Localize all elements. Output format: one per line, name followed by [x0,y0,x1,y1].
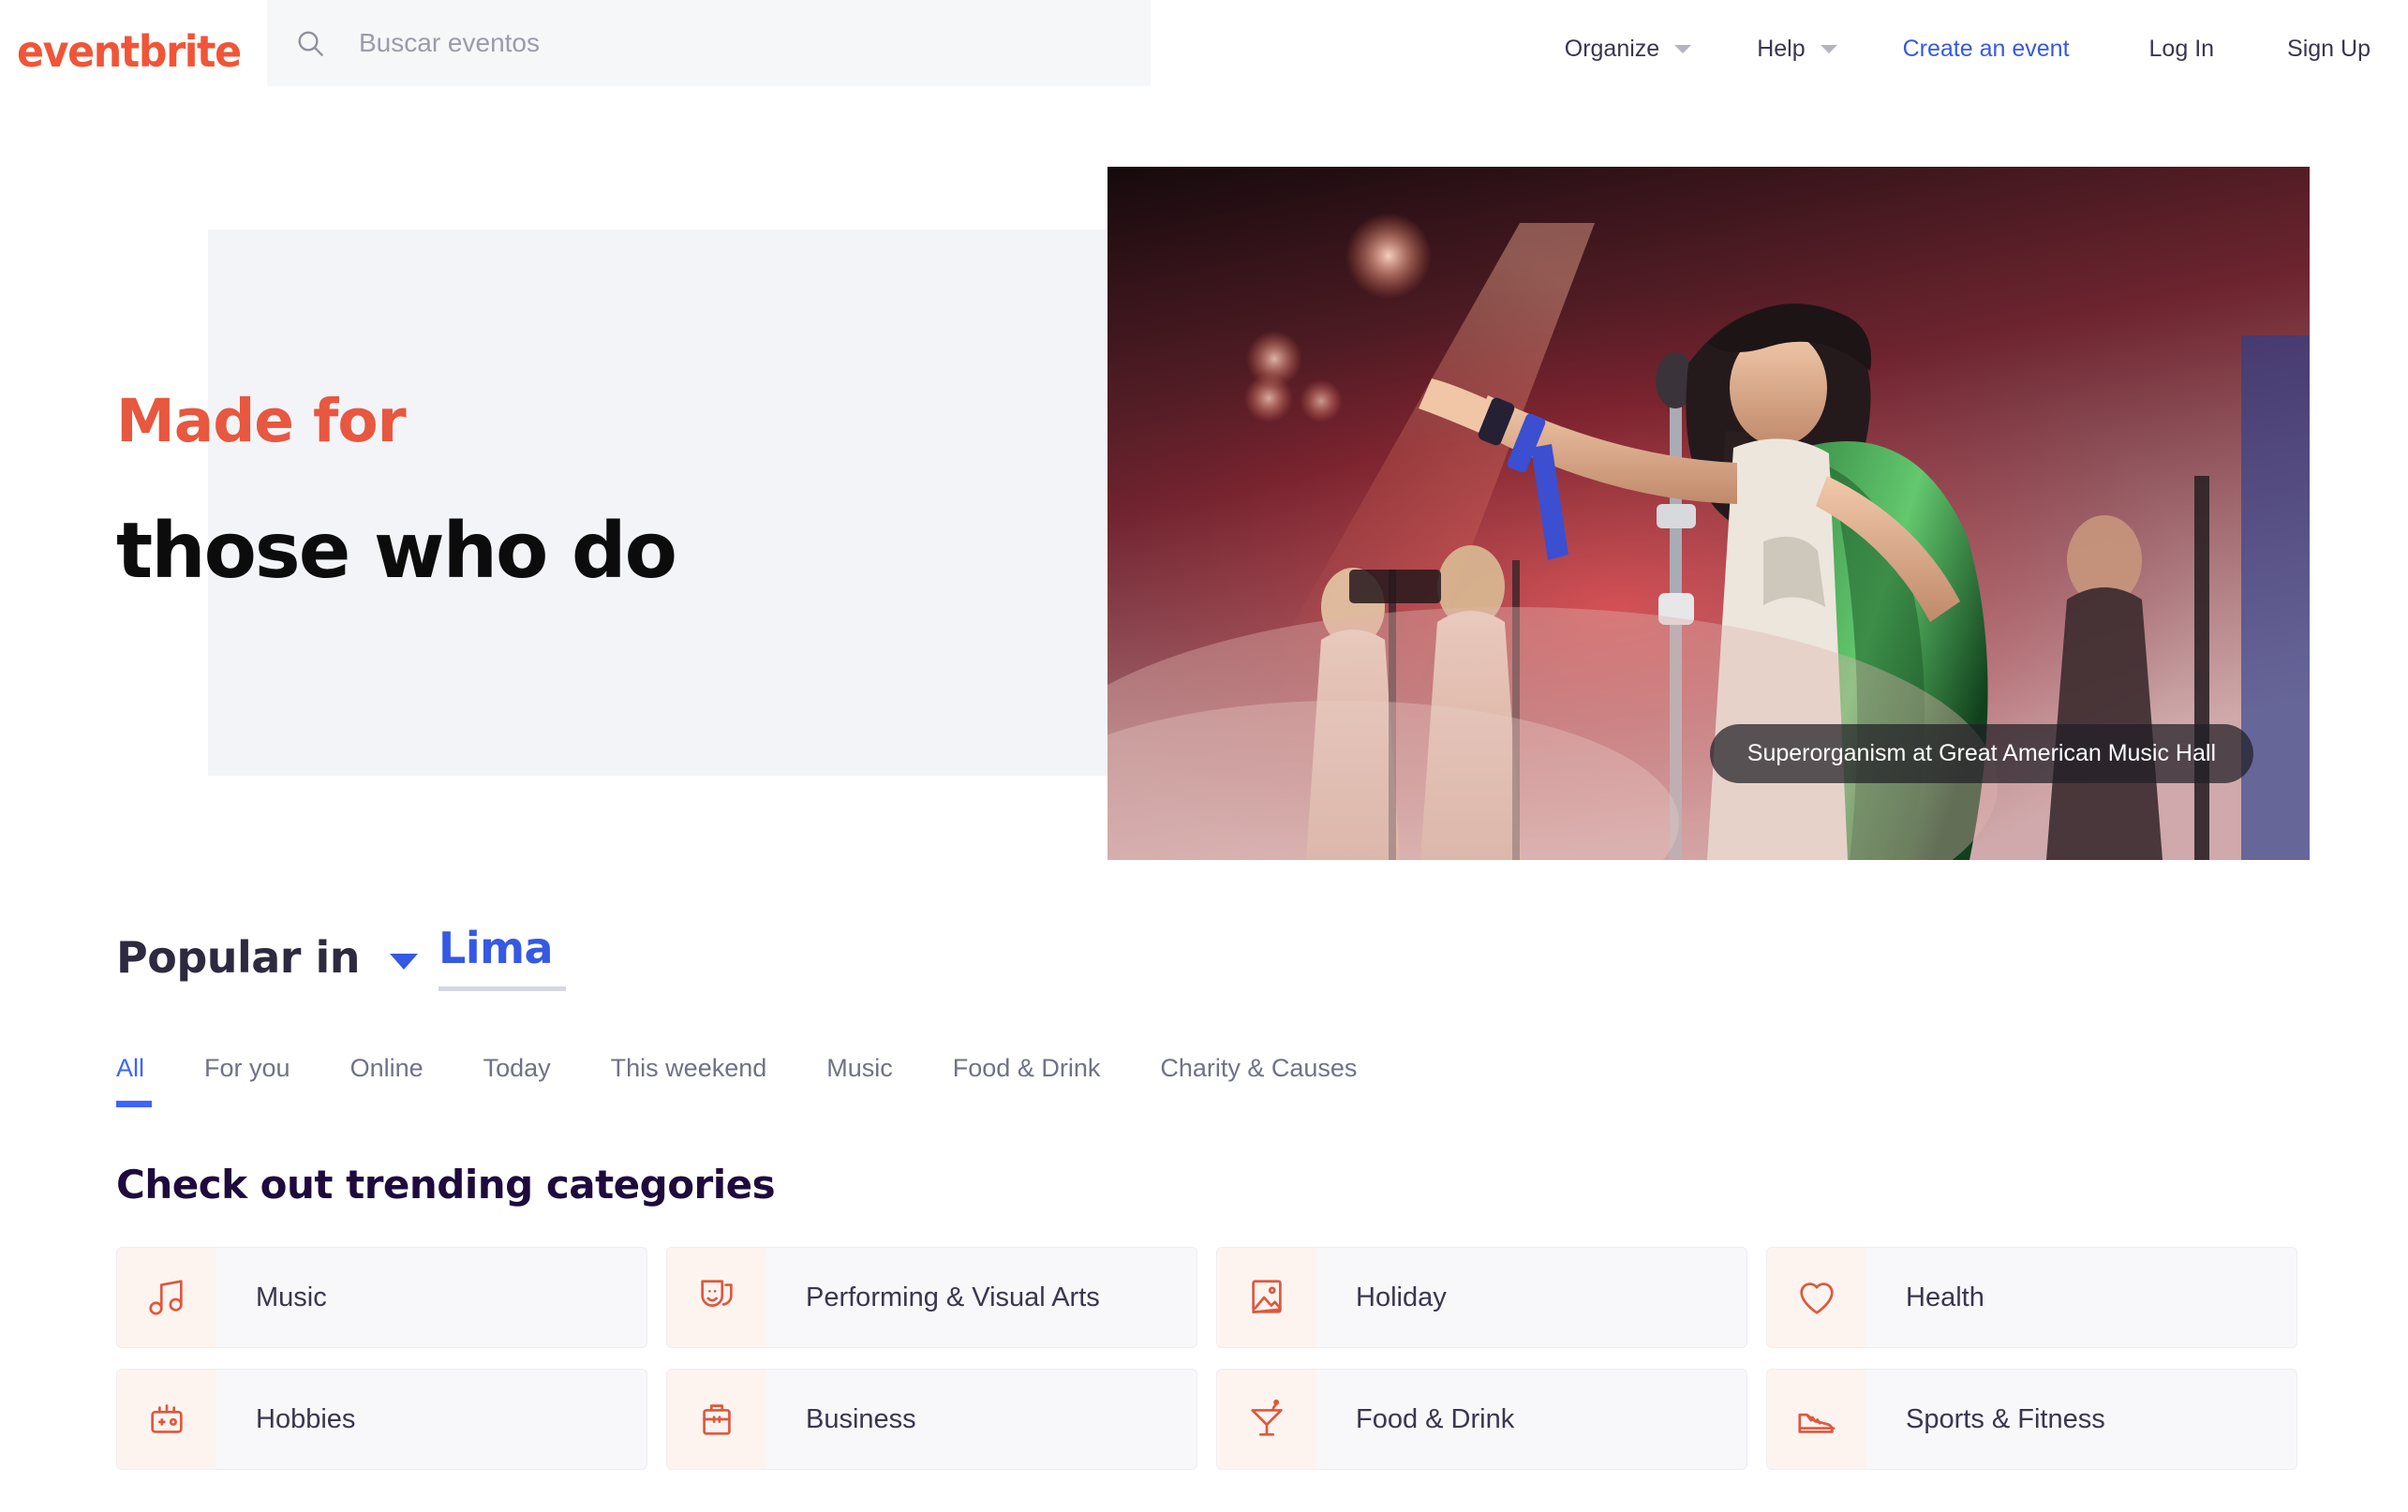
category-card-food-and-drink[interactable]: Food & Drink [1216,1369,1747,1470]
category-label: Health [1906,1282,1984,1312]
theater-masks-icon [701,1280,733,1307]
hero-heading: Made for those who do [116,387,677,597]
category-card-business[interactable]: Business [666,1369,1197,1470]
picture-frame-icon [1252,1280,1282,1314]
nav-item-help[interactable]: Help [1757,36,1837,63]
category-icon-container [667,1370,766,1469]
category-tabs: All For you Online Today This weekend Mu… [116,1054,1417,1107]
heart-icon [1800,1282,1834,1314]
hero-line-2: those who do [116,507,677,597]
category-card-sports-and-fitness[interactable]: Sports & Fitness [1766,1369,2297,1470]
category-label: Performing & Visual Arts [806,1282,1100,1312]
category-icon-container [1767,1370,1866,1469]
category-icon-container [1767,1248,1866,1347]
game-controller-icon [151,1404,183,1433]
location-selector[interactable]: Lima [438,923,567,991]
tab-music[interactable]: Music [826,1054,893,1107]
chevron-down-icon [1674,45,1692,53]
trending-categories-grid: Music Performing & Visual Arts Holiday H… [116,1247,2297,1470]
category-label: Hobbies [256,1403,356,1434]
sneaker-icon [1798,1413,1836,1433]
hero-line-1: Made for [116,387,407,455]
category-label: Food & Drink [1356,1403,1515,1434]
trending-categories-heading: Check out trending categories [116,1162,776,1208]
site-header: eventbrite Organize Help Create an event… [0,0,2408,89]
search-icon [298,31,323,56]
search-bar[interactable] [267,0,1151,86]
category-icon-container [1217,1370,1316,1469]
category-card-holiday[interactable]: Holiday [1216,1247,1747,1348]
category-icon-container [667,1248,766,1347]
hero-image-caption: Superorganism at Great American Music Ha… [1709,724,2253,783]
category-icon-container [117,1248,216,1347]
category-card-music[interactable]: Music [116,1247,647,1348]
nav-item-log-in[interactable]: Log In [2149,36,2215,63]
tab-online[interactable]: Online [350,1054,424,1107]
cocktail-glass-icon [1251,1399,1283,1436]
nav-label-help: Help [1757,36,1806,62]
category-label: Music [256,1282,327,1312]
main-nav: Organize Help Create an event Log In Sig… [1565,36,2408,63]
popular-in-label: Popular in [116,931,361,983]
tab-all[interactable]: All [116,1054,153,1107]
tab-this-weekend[interactable]: This weekend [611,1054,767,1107]
nav-item-organize[interactable]: Organize [1564,36,1692,63]
category-card-performing-and-visual-arts[interactable]: Performing & Visual Arts [666,1247,1197,1348]
search-input[interactable] [359,0,1137,86]
nav-label-organize: Organize [1564,36,1660,62]
category-label: Holiday [1356,1282,1447,1312]
music-note-icon [149,1280,183,1315]
tab-charity-and-causes[interactable]: Charity & Causes [1160,1054,1357,1107]
chevron-down-icon[interactable] [390,954,419,970]
tab-today[interactable]: Today [483,1054,551,1107]
category-label: Business [806,1403,916,1434]
popular-in-row: Popular in Lima [116,923,567,991]
tab-for-you[interactable]: For you [204,1054,290,1107]
chevron-down-icon [1820,45,1837,53]
briefcase-icon [703,1404,731,1435]
category-card-health[interactable]: Health [1766,1247,2297,1348]
category-icon-container [117,1370,216,1469]
nav-item-sign-up[interactable]: Sign Up [2287,36,2371,63]
tab-food-and-drink[interactable]: Food & Drink [953,1054,1101,1107]
category-icon-container [1217,1248,1316,1347]
category-label: Sports & Fitness [1906,1403,2105,1434]
category-card-hobbies[interactable]: Hobbies [116,1369,647,1470]
nav-item-create-an-event[interactable]: Create an event [1903,36,2070,63]
hero-image: Superorganism at Great American Music Ha… [1107,167,2310,860]
eventbrite-logo[interactable]: eventbrite [17,26,242,77]
